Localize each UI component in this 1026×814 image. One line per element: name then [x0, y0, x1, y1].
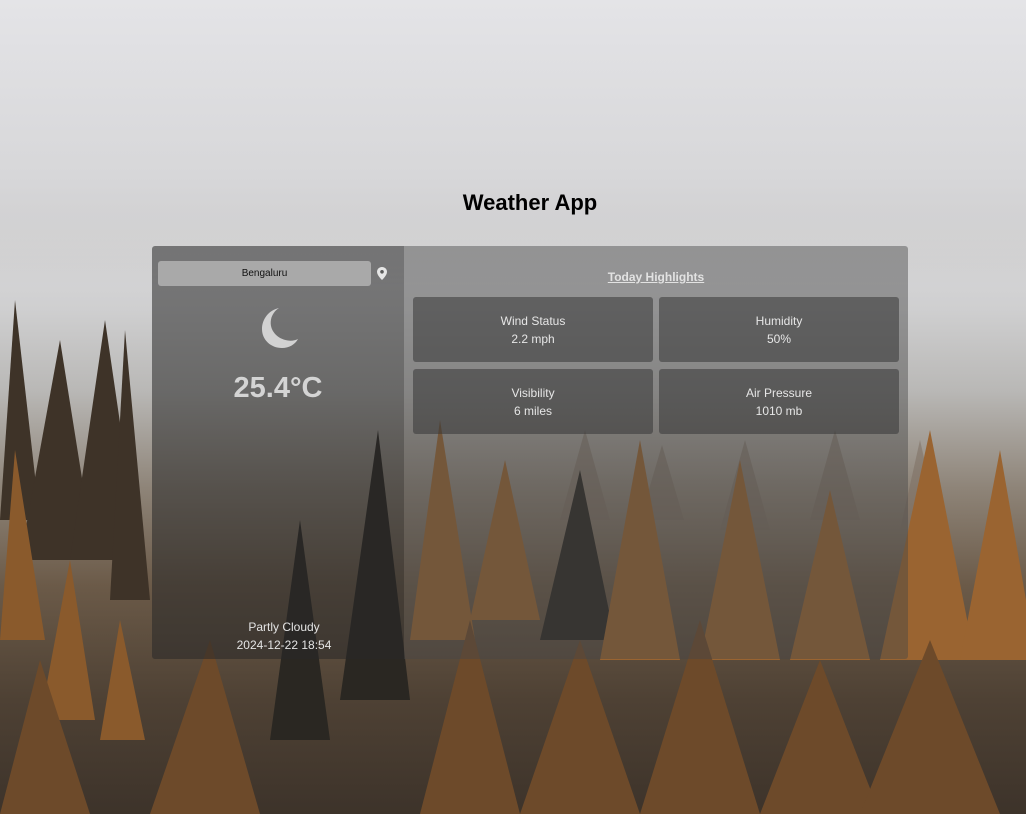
highlight-value: 2.2 mph [511, 331, 555, 346]
highlight-card-wind: Wind Status 2.2 mph [413, 297, 653, 362]
highlights-title: Today Highlights [607, 270, 705, 284]
date-time: 2024-12-22 18:54 [236, 638, 332, 652]
highlight-card-humidity: Humidity 50% [659, 297, 899, 362]
search-row [158, 261, 388, 286]
highlight-card-visibility: Visibility 6 miles [413, 369, 653, 434]
temperature-value: 25.4°C [233, 372, 323, 404]
highlight-label: Visibility [511, 385, 555, 400]
highlight-card-air-pressure: Air Pressure 1010 mb [659, 369, 899, 434]
city-search-input[interactable] [158, 261, 371, 286]
highlight-value: 1010 mb [755, 403, 803, 418]
weather-condition: Partly Cloudy [248, 620, 320, 634]
highlights-panel: Today Highlights Wind Status 2.2 mph Hum… [404, 246, 908, 659]
highlights-grid: Wind Status 2.2 mph Humidity 50% Visibil… [413, 297, 899, 434]
current-weather-panel: 25.4°C Partly Cloudy 2024-12-22 18:54 [152, 246, 404, 659]
highlight-label: Humidity [755, 313, 803, 328]
location-pin-icon[interactable] [375, 266, 388, 282]
highlight-label: Wind Status [500, 313, 566, 328]
page-title: Weather App [462, 190, 598, 215]
moon-icon [255, 305, 301, 351]
highlight-value: 6 miles [513, 403, 552, 418]
highlight-label: Air Pressure [745, 385, 813, 400]
weather-card: 25.4°C Partly Cloudy 2024-12-22 18:54 To… [152, 246, 908, 659]
highlight-value: 50% [766, 331, 792, 346]
